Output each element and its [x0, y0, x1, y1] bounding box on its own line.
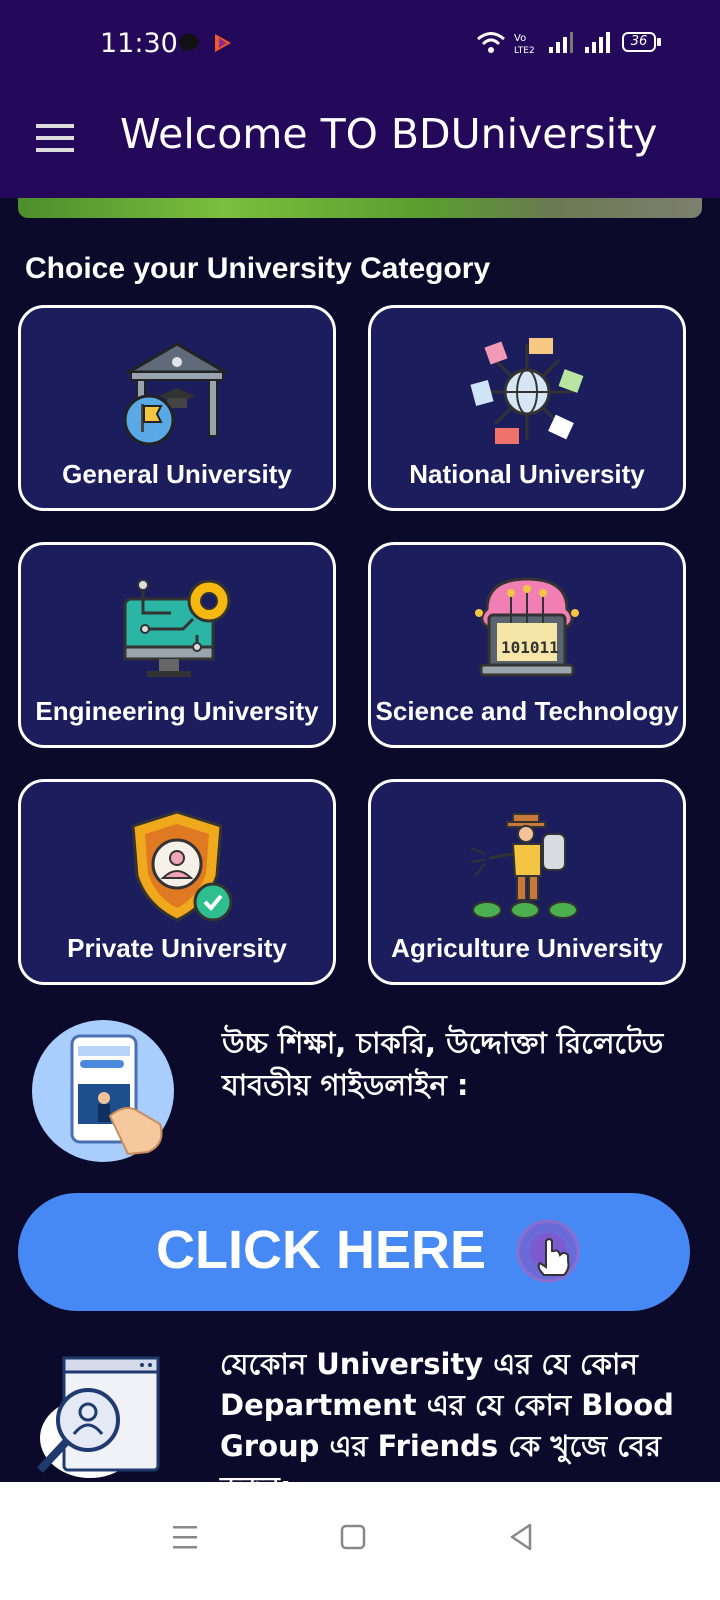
guideline-text: উচ্চ শিক্ষা, চাকরি, উদ্দোক্তা রিলেটেড যা…: [222, 1026, 664, 1102]
svg-text:101011: 101011: [501, 638, 559, 657]
category-label: Engineering University: [35, 696, 319, 726]
computer-gear-icon: [123, 579, 231, 677]
signal-sim1-icon: [549, 32, 573, 53]
category-card-engineering[interactable]: Engineering University: [18, 542, 336, 748]
category-label: National University: [409, 459, 645, 489]
category-card-private[interactable]: Private University: [18, 779, 336, 985]
recent-apps-icon[interactable]: [160, 1512, 210, 1562]
battery-level: 36: [630, 34, 648, 49]
search-person-icon: [37, 1356, 160, 1478]
system-nav-bar: [0, 1482, 720, 1600]
category-label: Agriculture University: [391, 933, 663, 963]
category-label: Private University: [67, 933, 287, 963]
svg-text:LTE2: LTE2: [514, 46, 535, 56]
signal-sim2-icon: [585, 32, 610, 53]
category-card-national[interactable]: National University: [368, 305, 686, 511]
tap-hand-icon: [516, 1219, 580, 1283]
app-title: Welcome TO BDUniversity: [120, 110, 658, 158]
category-card-science-technology[interactable]: 101011 Science and Technology: [368, 542, 686, 748]
back-icon[interactable]: [496, 1512, 546, 1562]
click-here-label: CLICK HERE: [156, 1220, 487, 1280]
home-icon[interactable]: [328, 1512, 378, 1562]
volte-icon: Vo LTE2: [514, 33, 535, 56]
phone-hand-icon: [70, 1034, 163, 1156]
battery-tip: [657, 38, 661, 46]
category-card-agriculture[interactable]: Agriculture University: [368, 779, 686, 985]
guideline-illustration: [32, 1020, 174, 1162]
battery-icon: 36: [622, 32, 656, 52]
svg-text:Vo: Vo: [514, 33, 526, 44]
app-bar: Welcome TO BDUniversity: [0, 88, 720, 198]
category-label: Science and Technology: [375, 696, 679, 726]
brain-laptop-icon: 101011: [475, 577, 579, 677]
status-bar: 11:30 Vo LTE2 36: [0, 0, 720, 88]
category-label: General University: [62, 459, 292, 489]
banner-image: [18, 198, 702, 218]
shield-user-icon: [131, 810, 233, 922]
university-building-icon: [123, 342, 231, 446]
category-card-general[interactable]: General University: [18, 305, 336, 511]
globe-flags-icon: [470, 338, 584, 444]
app-notification-icon: [215, 34, 231, 52]
farmer-spraying-icon: [470, 813, 578, 919]
status-time: 11:30: [100, 28, 178, 59]
hamburger-menu-icon[interactable]: [36, 118, 76, 158]
click-here-button[interactable]: CLICK HERE: [18, 1193, 690, 1311]
messenger-icon: [179, 34, 199, 53]
section-title: Choice your University Category: [25, 252, 491, 285]
wifi-icon: [477, 32, 505, 53]
